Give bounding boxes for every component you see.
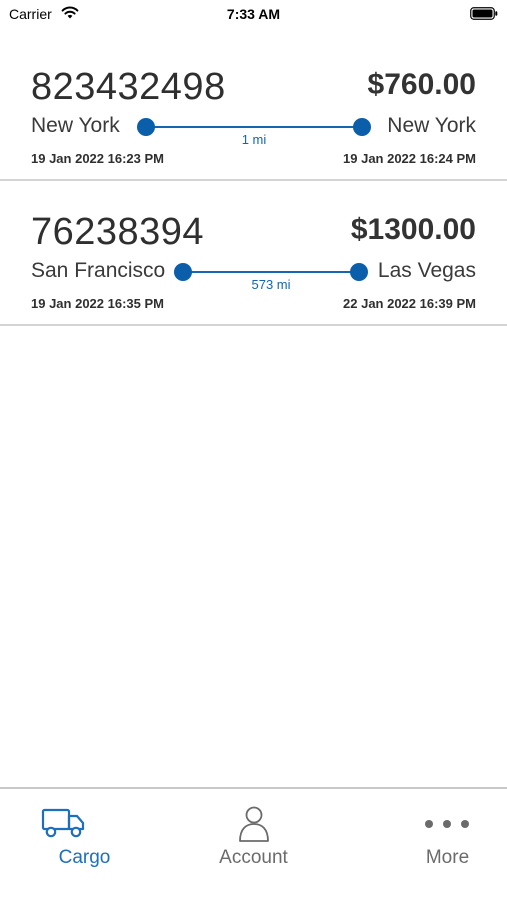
- truck-icon: [41, 808, 85, 838]
- origin-city: San Francisco: [31, 259, 166, 282]
- shipment-list: 823432498 $760.00 New York New York 1 mi…: [0, 36, 507, 326]
- origin-time: 19 Jan 2022 16:35 PM: [31, 296, 164, 311]
- destination-dot: [353, 118, 371, 136]
- battery-icon: [470, 7, 498, 20]
- route-distance: 573 mi: [251, 277, 291, 292]
- destination-city: New York: [387, 114, 476, 137]
- destination-time: 22 Jan 2022 16:39 PM: [343, 296, 476, 311]
- origin-dot: [174, 263, 192, 281]
- origin-city: New York: [31, 114, 120, 137]
- shipment-row[interactable]: 76238394 $1300.00 San Francisco Las Vega…: [0, 181, 507, 326]
- shipment-price: $1300.00: [350, 213, 476, 246]
- tab-bar: Cargo Account More: [0, 787, 507, 900]
- shipment-row[interactable]: 823432498 $760.00 New York New York 1 mi…: [0, 36, 507, 181]
- destination-city: Las Vegas: [377, 259, 476, 282]
- route-distance: 1 mi: [241, 132, 267, 147]
- origin-time: 19 Jan 2022 16:23 PM: [31, 151, 164, 166]
- cargo-screen: Carrier 7:33 AM 823432498 $760.00 New Yo…: [0, 0, 507, 900]
- shipment-price: $760.00: [367, 68, 476, 101]
- status-bar: Carrier 7:33 AM: [0, 0, 507, 30]
- route-line: [146, 126, 362, 128]
- tab-label: Cargo: [58, 847, 111, 868]
- tab-account[interactable]: Account: [169, 789, 338, 900]
- tab-label: More: [425, 847, 470, 868]
- shipment-id: 76238394: [31, 211, 205, 253]
- destination-time: 19 Jan 2022 16:24 PM: [343, 151, 476, 166]
- tab-more[interactable]: More: [338, 789, 507, 900]
- route-line: [183, 271, 359, 273]
- tab-label: Account: [219, 847, 288, 868]
- person-icon: [239, 806, 269, 842]
- tab-cargo[interactable]: Cargo: [0, 789, 169, 900]
- destination-dot: [350, 263, 368, 281]
- clock: 7:33 AM: [226, 6, 281, 22]
- shipment-id: 823432498: [31, 66, 226, 108]
- ellipsis-icon: [425, 820, 469, 828]
- origin-dot: [137, 118, 155, 136]
